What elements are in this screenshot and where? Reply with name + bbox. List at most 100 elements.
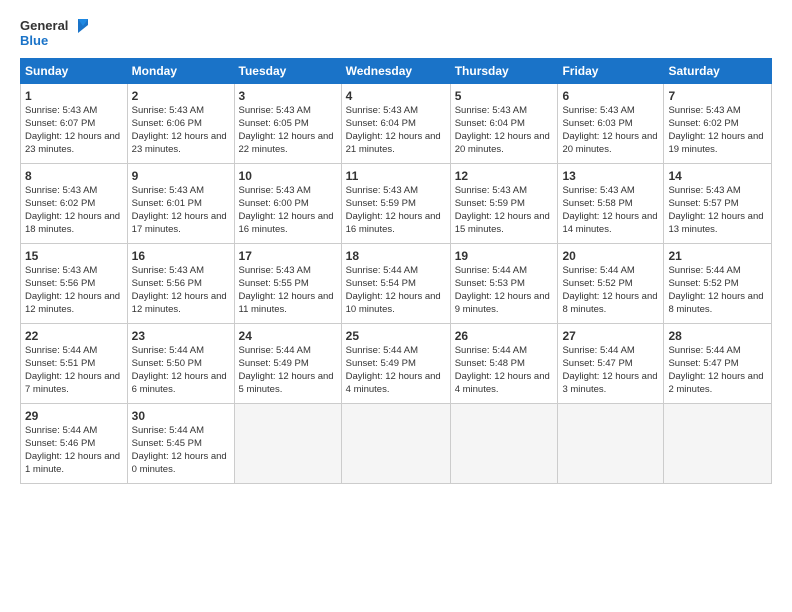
day-cell: 13 Sunrise: 5:43 AM Sunset: 5:58 PM Dayl…	[558, 164, 664, 244]
sunrise-label: Sunrise: 5:43 AM	[346, 185, 418, 196]
sunrise-label: Sunrise: 5:43 AM	[239, 185, 311, 196]
sunset-label: Sunset: 5:54 PM	[346, 278, 416, 289]
day-cell: 21 Sunrise: 5:44 AM Sunset: 5:52 PM Dayl…	[664, 244, 772, 324]
day-number: 27	[562, 328, 659, 344]
sunset-label: Sunset: 5:56 PM	[25, 278, 95, 289]
day-number: 24	[239, 328, 337, 344]
daylight-label: Daylight: 12 hours and 20 minutes.	[455, 131, 550, 155]
sunrise-label: Sunrise: 5:43 AM	[132, 185, 204, 196]
day-number: 29	[25, 408, 123, 424]
daylight-label: Daylight: 12 hours and 3 minutes.	[562, 371, 657, 395]
sunrise-label: Sunrise: 5:43 AM	[25, 265, 97, 276]
day-number: 23	[132, 328, 230, 344]
empty-cell	[664, 404, 772, 484]
sunset-label: Sunset: 6:03 PM	[562, 118, 632, 129]
week-row: 29 Sunrise: 5:44 AM Sunset: 5:46 PM Dayl…	[21, 404, 772, 484]
daylight-label: Daylight: 12 hours and 22 minutes.	[239, 131, 334, 155]
day-number: 8	[25, 168, 123, 184]
day-cell: 11 Sunrise: 5:43 AM Sunset: 5:59 PM Dayl…	[341, 164, 450, 244]
sunset-label: Sunset: 5:49 PM	[239, 358, 309, 369]
logo: General Blue	[20, 18, 88, 48]
day-number: 12	[455, 168, 554, 184]
sunset-label: Sunset: 5:45 PM	[132, 438, 202, 449]
day-cell: 10 Sunrise: 5:43 AM Sunset: 6:00 PM Dayl…	[234, 164, 341, 244]
sunset-label: Sunset: 5:53 PM	[455, 278, 525, 289]
day-cell: 25 Sunrise: 5:44 AM Sunset: 5:49 PM Dayl…	[341, 324, 450, 404]
col-saturday: Saturday	[664, 59, 772, 84]
logo-arrow-icon	[70, 19, 88, 33]
sunset-label: Sunset: 5:47 PM	[562, 358, 632, 369]
col-wednesday: Wednesday	[341, 59, 450, 84]
daylight-label: Daylight: 12 hours and 20 minutes.	[562, 131, 657, 155]
day-number: 9	[132, 168, 230, 184]
sunset-label: Sunset: 5:52 PM	[668, 278, 738, 289]
day-number: 10	[239, 168, 337, 184]
header: General Blue	[20, 18, 772, 48]
day-number: 15	[25, 248, 123, 264]
sunrise-label: Sunrise: 5:43 AM	[239, 105, 311, 116]
sunrise-label: Sunrise: 5:44 AM	[562, 265, 634, 276]
sunrise-label: Sunrise: 5:43 AM	[562, 185, 634, 196]
sunrise-label: Sunrise: 5:44 AM	[25, 345, 97, 356]
sunset-label: Sunset: 5:46 PM	[25, 438, 95, 449]
day-cell: 18 Sunrise: 5:44 AM Sunset: 5:54 PM Dayl…	[341, 244, 450, 324]
daylight-label: Daylight: 12 hours and 8 minutes.	[668, 291, 763, 315]
col-friday: Friday	[558, 59, 664, 84]
day-number: 1	[25, 88, 123, 104]
daylight-label: Daylight: 12 hours and 14 minutes.	[562, 211, 657, 235]
sunrise-label: Sunrise: 5:43 AM	[562, 105, 634, 116]
day-number: 13	[562, 168, 659, 184]
day-number: 18	[346, 248, 446, 264]
daylight-label: Daylight: 12 hours and 16 minutes.	[239, 211, 334, 235]
day-cell: 1 Sunrise: 5:43 AM Sunset: 6:07 PM Dayli…	[21, 84, 128, 164]
day-number: 14	[668, 168, 767, 184]
week-row: 1 Sunrise: 5:43 AM Sunset: 6:07 PM Dayli…	[21, 84, 772, 164]
sunrise-label: Sunrise: 5:43 AM	[25, 105, 97, 116]
daylight-label: Daylight: 12 hours and 15 minutes.	[455, 211, 550, 235]
day-cell: 19 Sunrise: 5:44 AM Sunset: 5:53 PM Dayl…	[450, 244, 558, 324]
sunset-label: Sunset: 5:55 PM	[239, 278, 309, 289]
daylight-label: Daylight: 12 hours and 23 minutes.	[25, 131, 120, 155]
daylight-label: Daylight: 12 hours and 1 minute.	[25, 451, 120, 475]
day-number: 5	[455, 88, 554, 104]
day-cell: 30 Sunrise: 5:44 AM Sunset: 5:45 PM Dayl…	[127, 404, 234, 484]
daylight-label: Daylight: 12 hours and 6 minutes.	[132, 371, 227, 395]
empty-cell	[341, 404, 450, 484]
day-number: 30	[132, 408, 230, 424]
day-number: 19	[455, 248, 554, 264]
day-cell: 15 Sunrise: 5:43 AM Sunset: 5:56 PM Dayl…	[21, 244, 128, 324]
day-cell: 28 Sunrise: 5:44 AM Sunset: 5:47 PM Dayl…	[664, 324, 772, 404]
daylight-label: Daylight: 12 hours and 8 minutes.	[562, 291, 657, 315]
header-row: Sunday Monday Tuesday Wednesday Thursday…	[21, 59, 772, 84]
sunrise-label: Sunrise: 5:44 AM	[132, 425, 204, 436]
day-cell: 24 Sunrise: 5:44 AM Sunset: 5:49 PM Dayl…	[234, 324, 341, 404]
day-cell: 22 Sunrise: 5:44 AM Sunset: 5:51 PM Dayl…	[21, 324, 128, 404]
day-cell: 27 Sunrise: 5:44 AM Sunset: 5:47 PM Dayl…	[558, 324, 664, 404]
daylight-label: Daylight: 12 hours and 17 minutes.	[132, 211, 227, 235]
sunrise-label: Sunrise: 5:44 AM	[562, 345, 634, 356]
daylight-label: Daylight: 12 hours and 4 minutes.	[346, 371, 441, 395]
day-number: 6	[562, 88, 659, 104]
sunrise-label: Sunrise: 5:44 AM	[132, 345, 204, 356]
empty-cell	[558, 404, 664, 484]
sunrise-label: Sunrise: 5:43 AM	[455, 185, 527, 196]
day-cell: 7 Sunrise: 5:43 AM Sunset: 6:02 PM Dayli…	[664, 84, 772, 164]
week-row: 8 Sunrise: 5:43 AM Sunset: 6:02 PM Dayli…	[21, 164, 772, 244]
week-row: 15 Sunrise: 5:43 AM Sunset: 5:56 PM Dayl…	[21, 244, 772, 324]
logo-general: General	[20, 18, 68, 33]
daylight-label: Daylight: 12 hours and 0 minutes.	[132, 451, 227, 475]
sunrise-label: Sunrise: 5:43 AM	[668, 105, 740, 116]
day-cell: 12 Sunrise: 5:43 AM Sunset: 5:59 PM Dayl…	[450, 164, 558, 244]
daylight-label: Daylight: 12 hours and 21 minutes.	[346, 131, 441, 155]
day-cell: 9 Sunrise: 5:43 AM Sunset: 6:01 PM Dayli…	[127, 164, 234, 244]
day-number: 2	[132, 88, 230, 104]
daylight-label: Daylight: 12 hours and 16 minutes.	[346, 211, 441, 235]
day-cell: 5 Sunrise: 5:43 AM Sunset: 6:04 PM Dayli…	[450, 84, 558, 164]
week-row: 22 Sunrise: 5:44 AM Sunset: 5:51 PM Dayl…	[21, 324, 772, 404]
day-number: 22	[25, 328, 123, 344]
sunset-label: Sunset: 5:57 PM	[668, 198, 738, 209]
sunset-label: Sunset: 5:59 PM	[455, 198, 525, 209]
day-cell: 29 Sunrise: 5:44 AM Sunset: 5:46 PM Dayl…	[21, 404, 128, 484]
sunset-label: Sunset: 6:06 PM	[132, 118, 202, 129]
sunset-label: Sunset: 6:05 PM	[239, 118, 309, 129]
